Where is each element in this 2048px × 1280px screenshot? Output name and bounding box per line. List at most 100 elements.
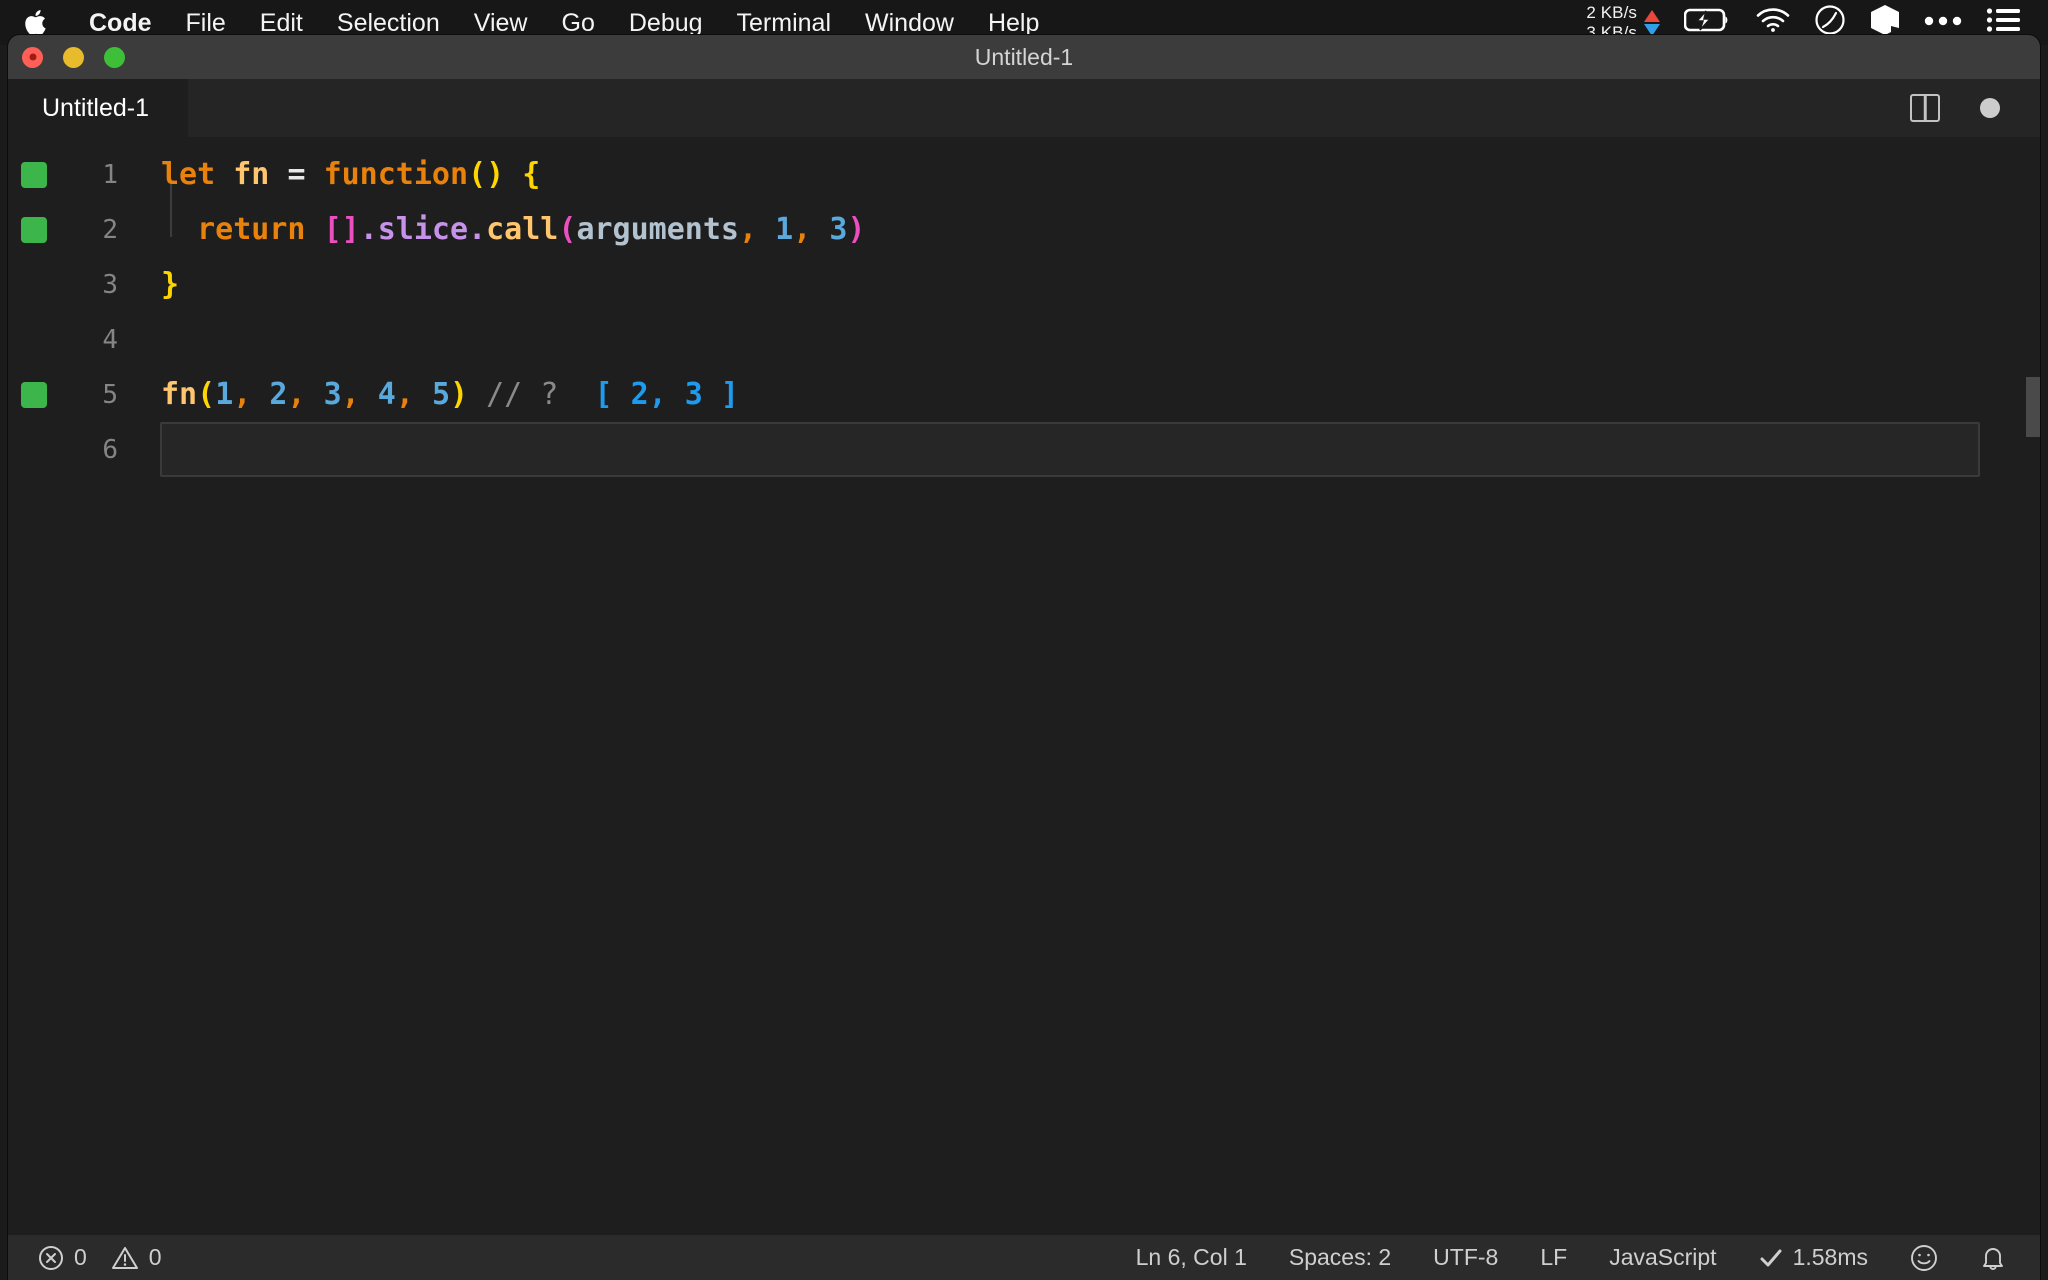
token-operator-equals: =	[287, 157, 306, 192]
menu-item-window[interactable]: Window	[848, 7, 971, 39]
tab-label: Untitled-1	[42, 93, 149, 122]
smiley-icon	[1910, 1244, 1938, 1272]
check-icon	[1759, 1247, 1783, 1269]
unsaved-dot-icon[interactable]	[1980, 98, 2000, 118]
error-count: 0	[74, 1244, 87, 1270]
wifi-icon[interactable]	[1756, 7, 1790, 38]
feedback-button[interactable]	[1910, 1244, 1938, 1272]
token-variable-fn: fn	[233, 157, 270, 192]
menu-item-file[interactable]: File	[169, 7, 243, 39]
code-line-6[interactable]: 6	[8, 422, 2040, 477]
code-line-1[interactable]: 1 let fn = function() {	[8, 147, 2040, 202]
indentation-status[interactable]: Spaces: 2	[1289, 1244, 1391, 1271]
token-paren-close: )	[450, 377, 469, 412]
zoom-window-button[interactable]	[104, 46, 125, 68]
close-window-button[interactable]	[22, 46, 43, 68]
token-arg-2: 2	[269, 377, 288, 412]
code-line-3[interactable]: 3 }	[8, 257, 2040, 312]
code-line-2[interactable]: 2 return [].slice.call(arguments, 1, 3)	[8, 202, 2040, 257]
token-paren-open: (	[558, 212, 577, 247]
token-parens: ()	[468, 157, 505, 192]
token-comma: ,	[233, 377, 252, 412]
warning-count: 0	[148, 1244, 162, 1270]
code-text-line-5[interactable]: fn(1, 2, 3, 4, 5) // ? [ 2, 3 ]	[140, 377, 739, 412]
vscode-window: Untitled-1 Untitled-1 1 let fn = functio…	[8, 35, 2040, 1280]
traffic-light-buttons	[22, 35, 125, 79]
warning-triangle-icon	[111, 1245, 139, 1271]
menu-item-code[interactable]: Code	[72, 7, 169, 39]
token-arg-1: 1	[215, 377, 234, 412]
menu-item-go[interactable]: Go	[545, 7, 612, 39]
gutter-marker-cell	[8, 161, 60, 188]
control-center-list-icon[interactable]	[1986, 7, 2020, 38]
encoding-status[interactable]: UTF-8	[1433, 1244, 1498, 1271]
coverage-marker-icon	[21, 381, 47, 408]
code-line-5[interactable]: 5 fn(1, 2, 3, 4, 5) // ? [ 2, 3 ]	[8, 367, 2040, 422]
minimize-window-button[interactable]	[63, 46, 84, 68]
coverage-marker-icon	[21, 161, 47, 188]
gutter-marker-cell	[8, 216, 60, 243]
status-bar-left: 0 0	[8, 1244, 162, 1271]
inline-result-value: [ 2, 3 ]	[594, 377, 740, 412]
menu-item-view[interactable]: View	[457, 7, 545, 39]
token-number-1: 1	[775, 212, 794, 247]
menu-item-help[interactable]: Help	[971, 7, 1056, 39]
battery-charging-icon[interactable]	[1683, 7, 1732, 38]
run-time-status[interactable]: 1.58ms	[1759, 1244, 1868, 1271]
menu-item-debug[interactable]: Debug	[612, 7, 720, 39]
language-mode-status[interactable]: JavaScript	[1609, 1244, 1716, 1271]
menu-item-terminal[interactable]: Terminal	[720, 7, 848, 39]
line-number: 4	[102, 324, 118, 355]
token-keyword-let: let	[161, 157, 216, 192]
code-text-line-2[interactable]: return [].slice.call(arguments, 1, 3)	[140, 212, 865, 247]
token-method-call: call	[486, 212, 559, 247]
menu-item-edit[interactable]: Edit	[243, 7, 320, 39]
window-titlebar: Untitled-1	[8, 35, 2040, 79]
line-number: 2	[102, 214, 118, 245]
token-comma: ,	[287, 377, 306, 412]
token-arg-5: 5	[431, 377, 450, 412]
line-number: 6	[102, 434, 118, 465]
code-line-4[interactable]: 4	[8, 312, 2040, 367]
gutter-marker-cell	[8, 381, 60, 408]
error-circle-icon	[38, 1245, 64, 1271]
network-upload-speed: 2 KB/s	[1586, 2, 1637, 22]
editor-vertical-scrollbar[interactable]	[2026, 377, 2040, 437]
menu-item-selection[interactable]: Selection	[320, 7, 457, 39]
token-paren-close: )	[847, 212, 866, 247]
eol-status[interactable]: LF	[1540, 1244, 1567, 1271]
token-brace-close: }	[161, 267, 180, 302]
code-text-line-1[interactable]: let fn = function() {	[140, 157, 540, 192]
line-number: 3	[102, 269, 118, 300]
token-dot-2: .	[468, 212, 487, 247]
code-area[interactable]: 1 let fn = function() { 2 return [].slic…	[8, 137, 2040, 477]
editor-tab-bar: Untitled-1	[8, 79, 2040, 137]
window-title: Untitled-1	[974, 43, 1074, 70]
code-text-line-3[interactable]: }	[140, 267, 179, 302]
split-editor-icon[interactable]	[1910, 94, 1940, 122]
token-brace-open: {	[522, 157, 541, 192]
editor-actions	[1910, 79, 2040, 137]
bell-icon	[1980, 1244, 2006, 1272]
problems-status[interactable]: 0 0	[38, 1244, 162, 1271]
status-bar-right: Ln 6, Col 1 Spaces: 2 UTF-8 LF JavaScrip…	[1136, 1244, 2040, 1272]
token-comma: ,	[341, 377, 360, 412]
current-line-highlight	[160, 422, 1980, 477]
status-bar: 0 0 Ln 6, Col 1 Spaces: 2 UTF-8 LF JavaS…	[8, 1235, 2040, 1280]
run-time-value: 1.58ms	[1792, 1244, 1868, 1270]
token-comma-2: ,	[793, 212, 812, 247]
download-arrow-icon	[1644, 23, 1660, 36]
token-comma-1: ,	[739, 212, 758, 247]
apple-logo-icon[interactable]	[22, 8, 48, 38]
ellipsis-icon[interactable]	[1924, 14, 1962, 32]
tab-untitled-1[interactable]: Untitled-1	[8, 79, 188, 137]
code-editor[interactable]: 1 let fn = function() { 2 return [].slic…	[8, 137, 2040, 1235]
token-comma: ,	[395, 377, 414, 412]
token-keyword-function: function	[323, 157, 469, 192]
cursor-position-status[interactable]: Ln 6, Col 1	[1136, 1244, 1247, 1271]
token-number-3: 3	[829, 212, 848, 247]
notifications-button[interactable]	[1980, 1244, 2006, 1272]
token-array-brackets: []	[323, 212, 360, 247]
token-paren-open: (	[197, 377, 216, 412]
token-fn-call-name: fn	[161, 377, 198, 412]
